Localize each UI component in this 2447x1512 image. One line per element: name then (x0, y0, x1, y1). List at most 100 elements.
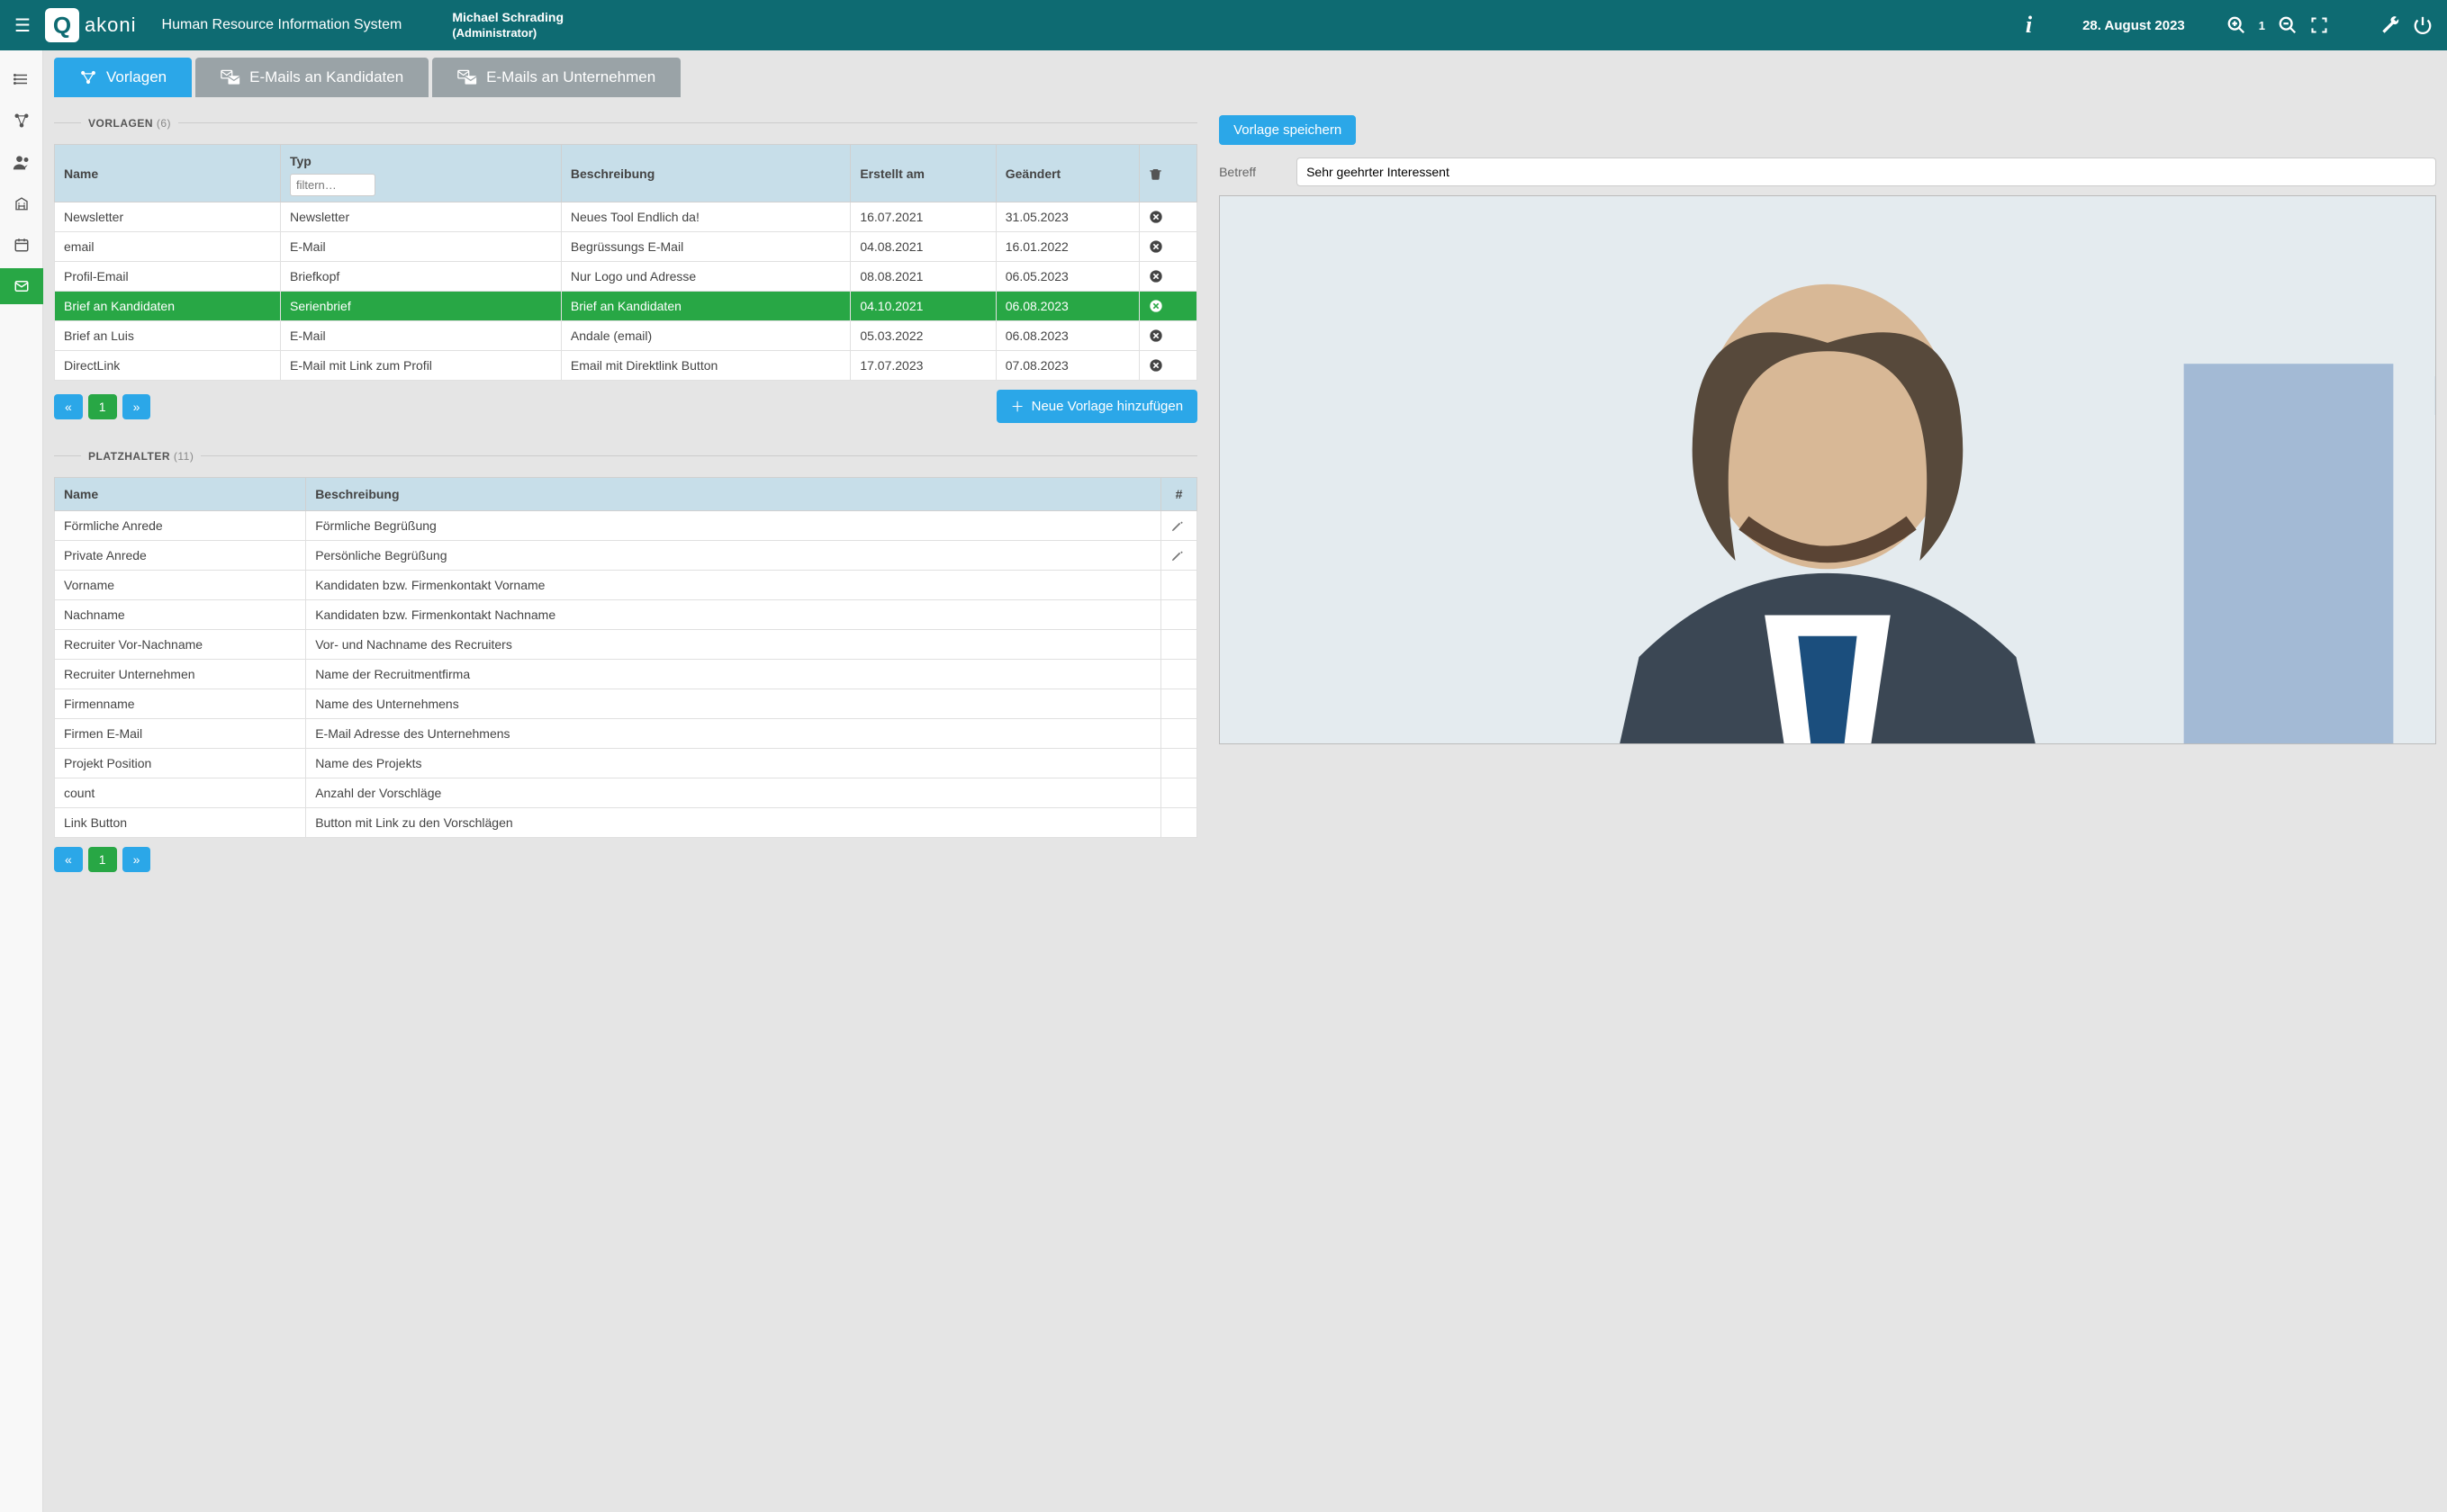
table-row[interactable]: VornameKandidaten bzw. Firmenkontakt Vor… (55, 571, 1197, 600)
table-row[interactable]: Link ButtonButton mit Link zu den Vorsch… (55, 808, 1197, 838)
hamburger-icon[interactable]: ☰ (14, 14, 31, 37)
cell-action (1161, 660, 1197, 689)
power-icon[interactable] (2413, 15, 2433, 35)
cell-erstellt: 08.08.2021 (851, 262, 996, 292)
pager-next-button[interactable]: » (122, 394, 151, 419)
save-template-button[interactable]: Vorlage speichern (1219, 115, 1356, 145)
preview-hero-image (1220, 196, 2435, 376)
info-icon[interactable]: i (2026, 12, 2032, 39)
cell-action (1161, 600, 1197, 630)
add-template-label: Neue Vorlage hinzufügen (1032, 399, 1183, 414)
col-name[interactable]: Name (55, 478, 306, 511)
zoom-level: 1 (2259, 19, 2265, 32)
section-title-vorlagen: VORLAGEN (6) (81, 117, 178, 130)
cell-name: DirectLink (55, 351, 281, 381)
cell-name: Firmenname (55, 689, 306, 719)
delete-row-button[interactable] (1139, 351, 1197, 381)
sidebar-item-users[interactable] (0, 144, 43, 180)
cell-name: Brief an Kandidaten (55, 292, 281, 321)
table-row[interactable]: emailE-MailBegrüssungs E-Mail04.08.20211… (55, 232, 1197, 262)
cell-name: Vorname (55, 571, 306, 600)
cell-beschreibung: Kandidaten bzw. Firmenkontakt Vorname (306, 571, 1161, 600)
table-row[interactable]: Förmliche AnredeFörmliche Begrüßung (55, 511, 1197, 541)
pager-page-button[interactable]: 1 (88, 847, 117, 872)
cell-beschreibung: Name des Unternehmens (306, 689, 1161, 719)
user-name: Michael Schrading (452, 9, 564, 25)
col-erstellt[interactable]: Erstellt am (851, 145, 996, 202)
pager-prev-button[interactable]: « (54, 847, 83, 872)
cell-action (1161, 749, 1197, 778)
pager-page-button[interactable]: 1 (88, 394, 117, 419)
pencil-icon[interactable] (1170, 519, 1187, 533)
table-row[interactable]: Firmen E-MailE-Mail Adresse des Unterneh… (55, 719, 1197, 749)
zoom-in-icon[interactable] (2226, 15, 2246, 35)
delete-row-button[interactable] (1139, 232, 1197, 262)
cell-erstellt: 05.03.2022 (851, 321, 996, 351)
add-template-button[interactable]: ＋ Neue Vorlage hinzufügen (997, 390, 1197, 423)
vorlagen-table: Name Typ Beschreibung Erstellt am Geände… (54, 144, 1197, 381)
table-row[interactable]: NachnameKandidaten bzw. Firmenkontakt Na… (55, 600, 1197, 630)
col-hash[interactable]: # (1161, 478, 1197, 511)
pager-prev-button[interactable]: « (54, 394, 83, 419)
cell-geaendert: 16.01.2022 (996, 232, 1139, 262)
col-beschreibung[interactable]: Beschreibung (306, 478, 1161, 511)
table-row[interactable]: Recruiter Vor-NachnameVor- und Nachname … (55, 630, 1197, 660)
cell-beschreibung: Vor- und Nachname des Recruiters (306, 630, 1161, 660)
tab-label: E-Mails an Unternehmen (486, 68, 655, 86)
subject-input[interactable] (1296, 158, 2436, 186)
sidebar-item-building[interactable] (0, 185, 43, 221)
cell-action (1161, 541, 1197, 571)
col-name[interactable]: Name (55, 145, 281, 202)
table-row[interactable]: NewsletterNewsletterNeues Tool Endlich d… (55, 202, 1197, 232)
cell-name: count (55, 778, 306, 808)
delete-row-button[interactable] (1139, 262, 1197, 292)
tab-bar: Vorlagen E-Mails an Kandidaten E-Mails a… (54, 58, 2436, 97)
cell-name: Projekt Position (55, 749, 306, 778)
table-row[interactable]: countAnzahl der Vorschläge (55, 778, 1197, 808)
app-title: Human Resource Information System (162, 17, 402, 33)
delete-row-button[interactable] (1139, 321, 1197, 351)
platzhalter-pager: « 1 » (54, 847, 150, 872)
col-beschreibung[interactable]: Beschreibung (561, 145, 850, 202)
table-row[interactable]: Projekt PositionName des Projekts (55, 749, 1197, 778)
sidebar-item-list[interactable] (0, 61, 43, 97)
table-row[interactable]: FirmennameName des Unternehmens (55, 689, 1197, 719)
cell-beschreibung: Name der Recruitmentfirma (306, 660, 1161, 689)
pager-next-button[interactable]: » (122, 847, 151, 872)
sidebar-item-network[interactable] (0, 103, 43, 139)
table-row[interactable]: Brief an KandidatenSerienbriefBrief an K… (55, 292, 1197, 321)
cell-typ: Serienbrief (281, 292, 562, 321)
table-row[interactable]: Recruiter UnternehmenName der Recruitmen… (55, 660, 1197, 689)
preview-scroll[interactable]: Herzlich Willkommen bei Akoni Recruiting… (1220, 196, 2435, 743)
col-typ[interactable]: Typ (281, 145, 562, 202)
cell-geaendert: 31.05.2023 (996, 202, 1139, 232)
table-row[interactable]: DirectLinkE-Mail mit Link zum ProfilEmai… (55, 351, 1197, 381)
wrench-icon[interactable] (2380, 15, 2400, 35)
typ-filter-input[interactable] (290, 174, 375, 196)
tab-vorlagen[interactable]: Vorlagen (54, 58, 192, 97)
delete-row-button[interactable] (1139, 202, 1197, 232)
sidebar-item-mail[interactable] (0, 268, 43, 304)
tab-emails-kandidaten[interactable]: E-Mails an Kandidaten (195, 58, 429, 97)
sidebar-item-calendar[interactable] (0, 227, 43, 263)
cell-beschreibung: Nur Logo und Adresse (561, 262, 850, 292)
cell-action (1161, 778, 1197, 808)
table-row[interactable]: Private AnredePersönliche Begrüßung (55, 541, 1197, 571)
logo[interactable]: Q akoni (45, 8, 137, 42)
cell-beschreibung: Kandidaten bzw. Firmenkontakt Nachname (306, 600, 1161, 630)
delete-row-button[interactable] (1139, 292, 1197, 321)
cell-action (1161, 808, 1197, 838)
col-geaendert[interactable]: Geändert (996, 145, 1139, 202)
plus-icon: ＋ (1011, 397, 1025, 416)
cell-name: Brief an Luis (55, 321, 281, 351)
fullscreen-icon[interactable] (2310, 16, 2328, 34)
pencil-icon[interactable] (1170, 549, 1187, 562)
zoom-out-icon[interactable] (2278, 15, 2298, 35)
cell-name: Nachname (55, 600, 306, 630)
cell-name: Profil-Email (55, 262, 281, 292)
table-row[interactable]: Brief an LuisE-MailAndale (email)05.03.2… (55, 321, 1197, 351)
cell-erstellt: 16.07.2021 (851, 202, 996, 232)
table-row[interactable]: Profil-EmailBriefkopfNur Logo und Adress… (55, 262, 1197, 292)
tab-emails-unternehmen[interactable]: E-Mails an Unternehmen (432, 58, 681, 97)
cell-erstellt: 04.08.2021 (851, 232, 996, 262)
